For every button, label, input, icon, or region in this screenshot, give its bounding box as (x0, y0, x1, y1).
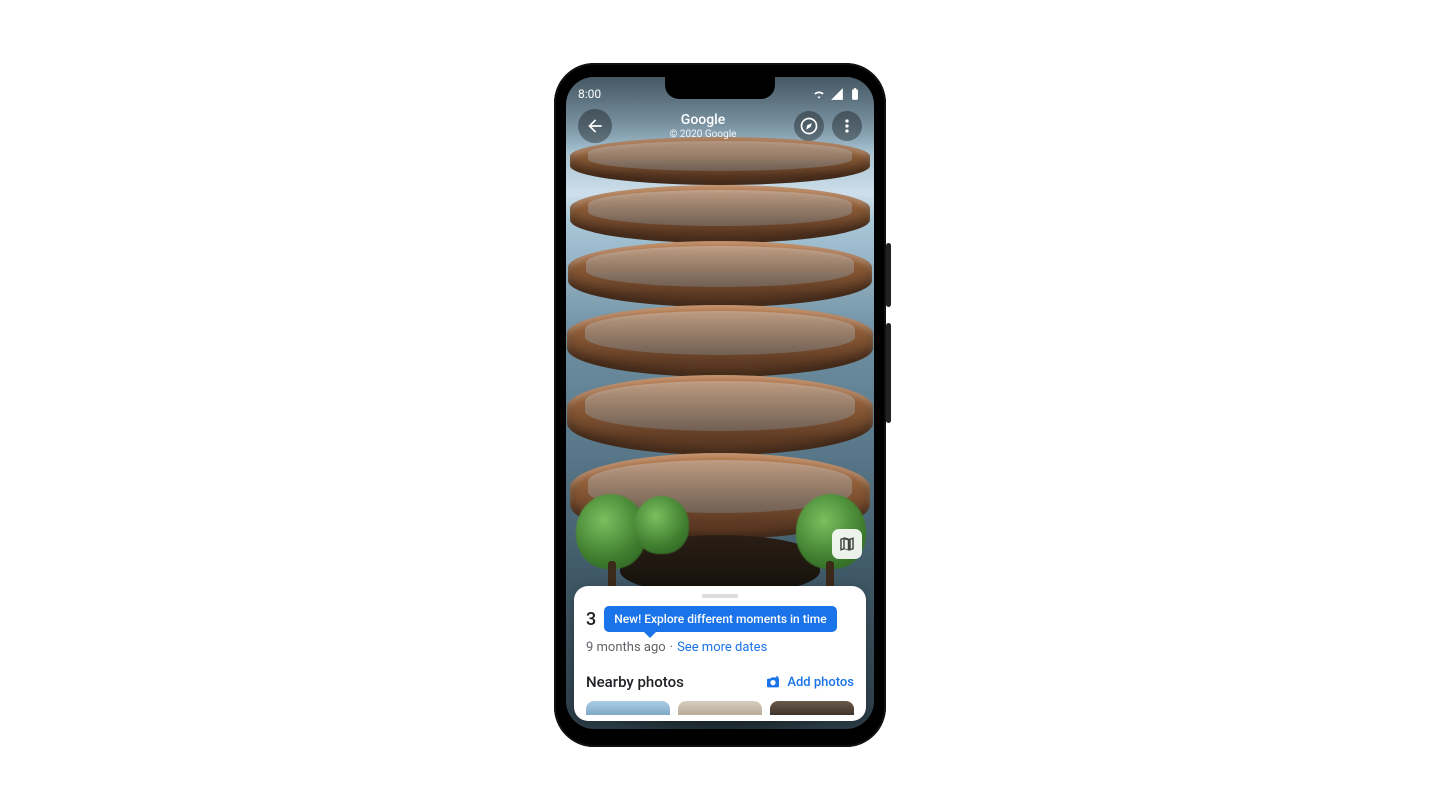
capture-age-text: 9 months ago (586, 640, 666, 655)
overflow-menu-button[interactable] (832, 111, 862, 141)
more-vert-icon (837, 116, 857, 136)
add-photos-label: Add photos (787, 675, 854, 690)
structure-rib (570, 185, 870, 243)
minimap-button[interactable] (832, 529, 862, 559)
new-feature-tooltip[interactable]: New! Explore different moments in time (604, 606, 836, 632)
nearby-photos-row[interactable] (586, 701, 854, 715)
add-photo-icon (765, 674, 781, 690)
photo-thumbnail[interactable] (586, 701, 670, 715)
wifi-icon (812, 87, 826, 101)
tooltip-label: New! Explore different moments in time (614, 612, 826, 626)
structure-rib (568, 241, 872, 307)
nearby-photos-heading: Nearby photos (586, 673, 684, 691)
back-button[interactable] (578, 109, 612, 143)
photo-thumbnail[interactable] (770, 701, 854, 715)
see-more-dates-link[interactable]: See more dates (677, 640, 767, 655)
structure-rib (567, 375, 873, 455)
photo-thumbnail[interactable] (678, 701, 762, 715)
structure-rib (567, 305, 873, 377)
add-photos-button[interactable]: Add photos (765, 674, 854, 690)
phone-volume-button (886, 323, 891, 423)
compass-button[interactable] (794, 111, 824, 141)
address-text: 3 (586, 609, 596, 630)
info-card[interactable]: 3 New! Explore different moments in time… (574, 586, 866, 721)
arrow-left-icon (585, 116, 605, 136)
phone-screen: 8:00 Google © 2020 Google (566, 77, 874, 729)
map-icon (838, 535, 856, 553)
compass-icon (799, 116, 819, 136)
attribution-subtitle: © 2020 Google (612, 129, 794, 140)
battery-icon (848, 87, 862, 101)
phone-power-button (886, 243, 891, 307)
separator-dot: · (666, 640, 677, 655)
phone-frame: 8:00 Google © 2020 Google (554, 63, 886, 747)
status-time: 8:00 (578, 87, 601, 101)
drag-handle[interactable] (702, 594, 738, 598)
cell-signal-icon (830, 87, 844, 101)
attribution-title: Google (612, 112, 794, 128)
tree (634, 496, 689, 554)
phone-notch (665, 77, 775, 99)
